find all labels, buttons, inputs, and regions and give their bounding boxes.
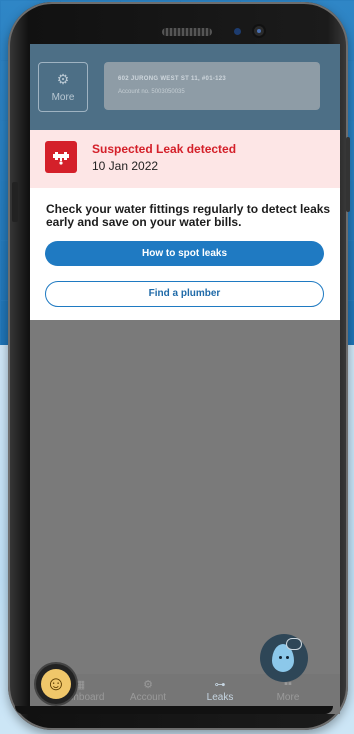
account-number: Account no. 5003050035 [118,89,185,95]
mascot-eye-left [279,656,282,659]
nav-leaks-label: Leaks [206,692,234,703]
find-plumber-button[interactable]: Find a plumber [45,281,324,307]
gear-icon: ⚙ [56,71,70,87]
sensor [234,28,241,35]
speaker-grille [162,28,212,36]
power-button [346,137,350,212]
alert-title: Suspected Leak detected [92,142,237,156]
leak-info-panel: Check your water fittings regularly to d… [30,188,340,320]
mascot-eye-right [286,656,289,659]
chat-bubble-icon [286,638,302,650]
alert-date: 10 Jan 2022 [92,159,159,173]
pipe-icon [45,141,77,173]
nav-account[interactable]: ⚙ Account [118,678,178,703]
chat-mascot-button[interactable] [260,634,308,682]
how-to-spot-leaks-button[interactable]: How to spot leaks [45,241,324,266]
leak-tip-message: Check your water fittings regularly to d… [46,202,331,229]
leak-icon: ⊶ [214,679,226,691]
nav-more-label: More [276,692,300,703]
feedback-button[interactable]: ☺ [36,664,76,704]
account-address: 602 JURONG WEST ST 11, #01-123 [118,76,227,82]
more-tile-label: More [51,92,75,103]
nav-leaks[interactable]: ⊶ Leaks [190,678,250,703]
nav-more[interactable]: ▪▪ More [258,678,318,703]
leak-alert: Suspected Leak detected 10 Jan 2022 [30,130,340,188]
more-tile[interactable]: ⚙ More [38,62,88,112]
account-icon: ⚙ [143,679,153,691]
nav-account-label: Account [129,692,167,703]
app-screen: ⚙ More 602 JURONG WEST ST 11, #01-123 Ac… [30,44,340,714]
volume-button [12,182,18,222]
front-camera [254,26,264,36]
phone-bottom-edge [15,706,333,714]
account-card[interactable]: 602 JURONG WEST ST 11, #01-123 Account n… [104,62,320,110]
app-header: ⚙ More 602 JURONG WEST ST 11, #01-123 Ac… [30,44,340,130]
smiley-icon: ☺ [41,669,71,699]
